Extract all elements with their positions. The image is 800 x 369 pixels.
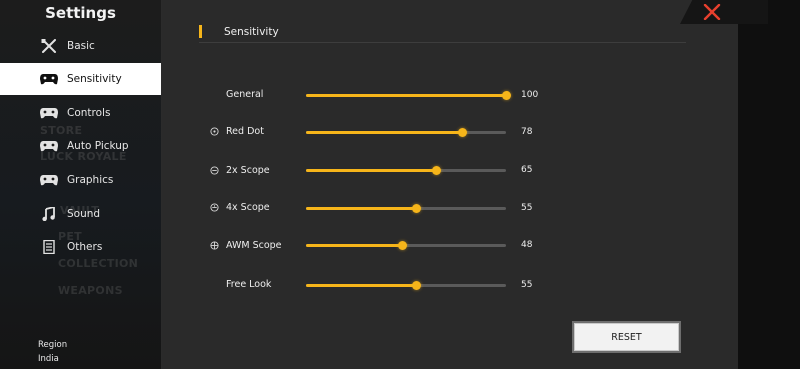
slider-fill [306, 207, 416, 210]
slider-2x-scope[interactable] [306, 166, 506, 175]
slider-value: 55 [521, 280, 533, 290]
awm-scope-icon [210, 241, 219, 250]
music-note-icon [40, 207, 58, 221]
slider-value: 100 [521, 90, 539, 100]
slider-value: 55 [521, 203, 533, 213]
slider-thumb[interactable] [458, 128, 467, 137]
section-accent [199, 25, 202, 38]
slider-thumb[interactable] [398, 241, 407, 250]
slider-value: 78 [521, 127, 533, 137]
reset-button[interactable]: RESET [574, 323, 679, 351]
slider-label-2x-scope: 2x Scope [226, 165, 270, 176]
region-info: Region India [38, 338, 67, 366]
sidebar: Settings STORE LUCK ROYALE VAULT PET COL… [0, 0, 162, 369]
region-label: Region [38, 340, 68, 350]
red-dot-scope-icon [210, 127, 219, 136]
slider-red-dot[interactable] [306, 128, 506, 137]
sidebar-item-label: Basic [67, 40, 95, 52]
sidebar-item-label: Sound [67, 208, 101, 220]
slider-thumb[interactable] [502, 91, 511, 100]
sidebar-item-basic[interactable]: Basic [0, 30, 161, 62]
slider-label-awm-scope: AWM Scope [226, 240, 282, 251]
slider-label-free-look: Free Look [226, 279, 272, 290]
sidebar-item-sound[interactable]: Sound [0, 198, 161, 230]
close-tab [680, 0, 768, 24]
slider-free-look[interactable] [306, 281, 506, 290]
slider-awm-scope[interactable] [306, 241, 506, 250]
slider-label-red-dot: Red Dot [226, 126, 264, 137]
sidebar-item-label: Auto Pickup [67, 140, 129, 152]
4x-scope-icon [210, 203, 219, 212]
slider-fill [306, 94, 506, 97]
sidebar-item-controls[interactable]: Controls [0, 97, 161, 129]
slider-value: 65 [521, 165, 533, 175]
slider-thumb[interactable] [412, 281, 421, 290]
sidebar-item-graphics[interactable]: Graphics [0, 164, 161, 196]
settings-title: Settings [45, 4, 116, 22]
slider-fill [306, 284, 416, 287]
slider-value: 48 [521, 240, 533, 250]
slider-fill [306, 169, 436, 172]
slider-fill [306, 131, 462, 134]
settings-panel [162, 0, 767, 369]
right-edge [738, 0, 800, 369]
slider-label-general: General [226, 89, 264, 100]
sidebar-item-label: Controls [67, 107, 111, 119]
sidebar-item-label: Sensitivity [67, 73, 122, 85]
slider-general[interactable] [306, 91, 511, 100]
region-value: India [38, 354, 59, 364]
gamepad-icon [40, 139, 58, 153]
slider-thumb[interactable] [432, 166, 441, 175]
gamepad-icon [40, 106, 58, 120]
sidebar-item-others[interactable]: Others [0, 231, 161, 263]
slider-label-4x-scope: 4x Scope [226, 202, 270, 213]
close-button[interactable] [700, 2, 724, 22]
close-icon [703, 4, 721, 20]
divider [199, 42, 686, 43]
gamepad-icon [40, 72, 58, 86]
sidebar-item-auto-pickup[interactable]: Auto Pickup [0, 130, 161, 162]
slider-thumb[interactable] [412, 204, 421, 213]
slider-4x-scope[interactable] [306, 204, 506, 213]
section-title: Sensitivity [224, 26, 279, 38]
background-text: WEAPONS [58, 284, 123, 297]
sidebar-item-sensitivity[interactable]: Sensitivity [0, 63, 161, 95]
sidebar-item-label: Graphics [67, 174, 114, 186]
wrench-screwdriver-icon [40, 39, 58, 53]
2x-scope-icon [210, 166, 219, 175]
gamepad-icon [40, 173, 58, 187]
document-icon [40, 240, 58, 254]
sidebar-item-label: Others [67, 241, 103, 253]
slider-fill [306, 244, 402, 247]
